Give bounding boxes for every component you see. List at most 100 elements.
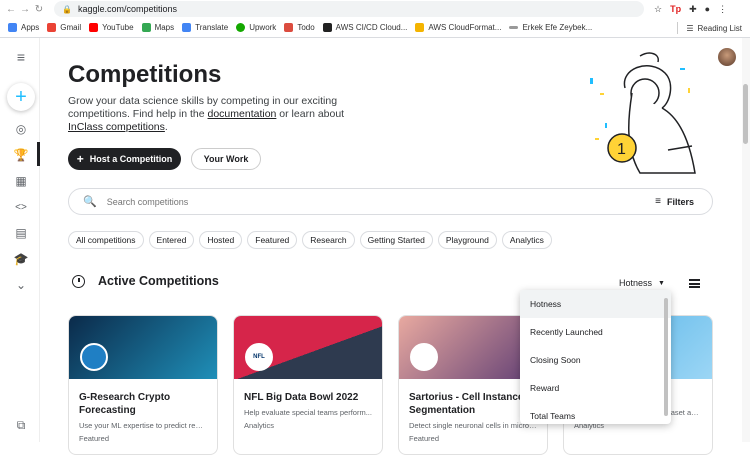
browser-toolbar: ← → ↻ 🔒 kaggle.com/competitions ☆ Tp ✚ ●…: [0, 0, 750, 18]
card-title: G-Research Crypto Forecasting: [79, 392, 171, 416]
bookmark-gmail[interactable]: Gmail: [47, 23, 81, 32]
reload-icon[interactable]: ↻: [32, 4, 46, 15]
card-category: Featured: [409, 434, 440, 443]
card-category: Featured: [79, 434, 110, 443]
card-subtitle: Use your ML expertise to predict real...: [79, 421, 208, 430]
caret-down-icon: ▼: [658, 279, 665, 287]
svg-text:1: 1: [617, 141, 626, 158]
page-title: Competitions: [68, 61, 222, 88]
chip-playground[interactable]: Playground: [437, 231, 497, 249]
sort-dropdown[interactable]: Hotness ▼: [619, 278, 665, 288]
hero-illustration: 1: [590, 52, 696, 174]
forward-icon[interactable]: →: [18, 4, 32, 15]
search-bar: 🔍 ≡ Filters: [68, 188, 713, 215]
main-content: Competitions Grow your data science skil…: [40, 38, 750, 455]
sort-option-recently-launched[interactable]: Recently Launched: [520, 318, 671, 346]
card-banner: [69, 316, 217, 379]
translate-icon: [182, 23, 192, 32]
chip-hosted[interactable]: Hosted: [199, 231, 243, 249]
sort-option-reward[interactable]: Reward: [520, 374, 671, 402]
card-logo: [80, 343, 108, 371]
card-banner: NFL: [234, 316, 382, 379]
apps-icon: [8, 23, 17, 32]
inclass-link[interactable]: InClass competitions: [68, 121, 165, 133]
bookmark-todo[interactable]: Todo: [284, 23, 315, 32]
menu-dots-icon[interactable]: ⋮: [718, 4, 727, 15]
active-competitions-header: Active Competitions: [72, 274, 219, 288]
bookmark-apps[interactable]: Apps: [8, 23, 39, 32]
back-icon[interactable]: ←: [4, 4, 18, 15]
chip-featured[interactable]: Featured: [247, 231, 298, 249]
cloudformation-icon: [415, 23, 425, 32]
chip-analytics[interactable]: Analytics: [501, 231, 552, 249]
create-button[interactable]: +: [7, 83, 35, 111]
search-input[interactable]: [106, 196, 627, 207]
clock-icon: [72, 274, 85, 288]
page-description: Grow your data science skills by competi…: [68, 95, 345, 133]
kaggle-page: ≡ + ◎ 🏆 ▦ <> ▤ 🎓 ⌄ ⧉ Competitions Grow y…: [0, 38, 750, 455]
puzzle-icon[interactable]: ✚: [689, 4, 697, 15]
aws-icon: [322, 23, 332, 32]
youtube-icon: [89, 23, 99, 32]
url-text: kaggle.com/competitions: [77, 4, 178, 14]
maps-icon: [141, 23, 151, 32]
sort-option-total-teams[interactable]: Total Teams: [520, 402, 671, 424]
bookmark-icon: [509, 26, 519, 29]
extension-icon[interactable]: Tp: [670, 4, 681, 14]
star-icon[interactable]: ☆: [654, 4, 662, 15]
category-chips: All competitions Entered Hosted Featured…: [68, 231, 552, 249]
reading-list-icon: ☰: [686, 23, 694, 33]
bookmark-zeybek[interactable]: Erkek Efe Zeybek...: [509, 23, 592, 32]
chip-research[interactable]: Research: [302, 231, 355, 249]
card-subtitle: Help evaluate special teams perform...: [244, 408, 372, 417]
card-logo: NFL: [245, 343, 273, 371]
upwork-icon: [236, 23, 246, 32]
bookmark-youtube[interactable]: YouTube: [89, 23, 134, 32]
trophy-icon[interactable]: 🏆: [12, 146, 30, 164]
page-scrollbar[interactable]: [742, 38, 750, 442]
section-title: Active Competitions: [98, 274, 219, 288]
profile-icon[interactable]: ●: [705, 4, 710, 14]
plus-icon: +: [76, 152, 84, 166]
chevron-down-icon[interactable]: ⌄: [12, 276, 30, 294]
sidebar: ≡ + ◎ 🏆 ▦ <> ▤ 🎓 ⌄ ⧉: [0, 38, 40, 442]
reading-list[interactable]: ☰ Reading List: [677, 22, 742, 34]
graduation-cap-icon[interactable]: 🎓: [12, 250, 30, 268]
hamburger-menu-icon[interactable]: ≡: [12, 48, 30, 66]
search-icon: 🔍: [83, 196, 97, 208]
card-logo: [410, 343, 438, 371]
compass-icon[interactable]: ◎: [12, 120, 30, 138]
todo-icon: [284, 23, 294, 32]
discussion-icon[interactable]: ▤: [12, 224, 30, 242]
chip-all[interactable]: All competitions: [68, 231, 144, 249]
chip-getting-started[interactable]: Getting Started: [359, 231, 433, 249]
sort-option-hotness[interactable]: Hotness: [520, 290, 671, 318]
lock-icon: 🔒: [62, 4, 72, 14]
avatar[interactable]: [718, 48, 736, 66]
address-bar[interactable]: 🔒 kaggle.com/competitions: [54, 1, 644, 17]
filter-icon: ≡: [655, 196, 661, 207]
chip-entered[interactable]: Entered: [148, 231, 195, 249]
code-icon[interactable]: <>: [12, 198, 30, 216]
card-category: Analytics: [244, 421, 275, 430]
documentation-link[interactable]: documentation: [208, 108, 277, 120]
bookmarks-bar: Apps Gmail YouTube Maps Translate Upwork…: [0, 18, 750, 38]
list-view-icon[interactable]: [689, 279, 700, 288]
sort-option-closing-soon[interactable]: Closing Soon: [520, 346, 671, 374]
host-competition-button[interactable]: + Host a Competition: [68, 148, 181, 170]
bookmark-aws-cicd[interactable]: AWS CI/CD Cloud...: [322, 23, 407, 32]
bookmark-aws-cloudformation[interactable]: AWS CloudFormat...: [415, 23, 501, 32]
copy-icon[interactable]: ⧉: [12, 416, 30, 434]
filters-button[interactable]: ≡ Filters: [655, 196, 694, 207]
menu-scrollbar[interactable]: [664, 298, 668, 416]
competition-card[interactable]: NFL NFL Big Data Bowl 2022 Help evaluate…: [233, 315, 383, 455]
your-work-button[interactable]: Your Work: [191, 148, 261, 170]
bookmark-upwork[interactable]: Upwork: [236, 23, 276, 32]
scrollbar-thumb[interactable]: [743, 84, 748, 144]
competition-card[interactable]: G-Research Crypto Forecasting Use your M…: [68, 315, 218, 455]
bookmark-maps[interactable]: Maps: [141, 23, 174, 32]
card-title: NFL Big Data Bowl 2022: [244, 392, 359, 403]
table-icon[interactable]: ▦: [12, 172, 30, 190]
gmail-icon: [47, 23, 57, 32]
bookmark-translate[interactable]: Translate: [182, 23, 228, 32]
